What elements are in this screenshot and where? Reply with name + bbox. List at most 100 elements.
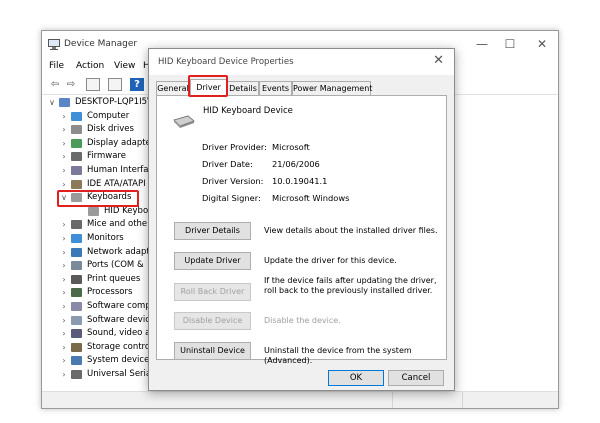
tree-item-label: Computer <box>87 110 130 121</box>
hid-icon <box>71 166 82 175</box>
keyboard-icon <box>71 193 82 203</box>
roll-back-driver-description: If the device fails after updating the d… <box>264 276 437 295</box>
dialog-close-icon[interactable]: ✕ <box>433 53 444 68</box>
close-icon[interactable]: ✕ <box>527 33 557 55</box>
ok-button[interactable]: OK <box>328 370 384 386</box>
device-manager-title: Device Manager <box>64 39 138 49</box>
chevron-right-icon[interactable]: › <box>60 218 68 231</box>
driver-tab-panel: HID Keyboard Device Driver Provider: Mic… <box>156 95 447 365</box>
software-component-icon <box>71 302 82 311</box>
chevron-right-icon[interactable]: › <box>60 137 68 150</box>
tree-item-label: Sound, video a <box>87 328 151 339</box>
tree-item-label: System devices <box>87 355 152 366</box>
tree-item-label: Ports (COM & <box>87 260 144 271</box>
disk-drive-icon <box>71 125 82 135</box>
tree-item-label: Disk drives <box>87 124 134 135</box>
chevron-right-icon[interactable]: › <box>60 164 68 177</box>
chevron-right-icon[interactable]: › <box>60 123 68 136</box>
disable-device-button[interactable]: Disable Device <box>174 312 251 330</box>
tree-item-label: Mice and othe <box>87 219 148 230</box>
grid-view-icon[interactable] <box>108 78 122 91</box>
tree-item-label: Software comp <box>87 301 151 311</box>
tree-item-label: HID Keybo <box>104 205 149 216</box>
driver-details-button[interactable]: Driver Details <box>174 222 251 240</box>
chevron-right-icon[interactable]: › <box>60 354 68 367</box>
network-adapter-icon <box>71 247 82 257</box>
monitor-icon <box>71 234 82 243</box>
processor-icon <box>71 288 82 298</box>
tree-item-label: Processors <box>87 287 133 298</box>
driver-version-value: 10.0.19041.1 <box>272 176 328 186</box>
chevron-right-icon[interactable]: › <box>60 327 68 340</box>
menu-action[interactable]: Action <box>76 61 104 71</box>
help-icon[interactable]: ? <box>130 78 144 91</box>
usb-icon <box>71 370 82 379</box>
keyboard-icon <box>88 206 99 216</box>
menu-view[interactable]: View <box>114 61 135 71</box>
status-bar <box>42 391 558 408</box>
keyboard-device-icon <box>173 115 195 128</box>
tree-item-label: DESKTOP-LQP1I5V <box>75 97 152 107</box>
update-driver-button[interactable]: Update Driver <box>174 252 251 270</box>
driver-version-label: Driver Version: <box>202 176 264 186</box>
properties-icon[interactable] <box>86 78 100 91</box>
display-adapter-icon <box>71 138 82 148</box>
tree-item-label: Display adapte <box>87 137 151 148</box>
maximize-icon[interactable]: ☐ <box>495 33 525 55</box>
forward-arrow-icon[interactable]: ⇨ <box>64 78 78 91</box>
chevron-down-icon[interactable]: ∨ <box>48 96 56 109</box>
menu-file[interactable]: File <box>49 61 64 71</box>
tab-power-management[interactable]: Power Management <box>292 81 372 95</box>
software-device-icon <box>71 315 82 325</box>
system-device-icon <box>71 356 82 366</box>
tree-item-label: IDE ATA/ATAPI <box>87 178 146 189</box>
chevron-right-icon[interactable]: › <box>60 368 68 381</box>
port-icon <box>71 261 82 271</box>
digital-signer-label: Digital Signer: <box>202 193 261 203</box>
driver-details-description: View details about the installed driver … <box>264 226 438 235</box>
speaker-icon <box>71 329 82 339</box>
tab-driver[interactable]: Driver <box>190 79 227 96</box>
tab-details[interactable]: Details <box>227 81 259 95</box>
dialog-title: HID Keyboard Device Properties <box>158 57 294 67</box>
driver-provider-label: Driver Provider: <box>202 142 267 152</box>
tree-item-label: Universal Serial <box>87 369 152 379</box>
tab-events[interactable]: Events <box>259 81 292 95</box>
chevron-right-icon[interactable]: › <box>60 246 68 259</box>
uninstall-device-description: Uninstall the device from the system (Ad… <box>264 346 412 365</box>
ide-controller-icon <box>71 179 82 189</box>
chevron-right-icon[interactable]: › <box>60 110 68 123</box>
computer-icon <box>59 98 70 107</box>
device-tree[interactable]: ∨ DESKTOP-LQP1I5V › Computer › Disk drives › Di… <box>42 96 152 392</box>
firmware-icon <box>71 152 82 162</box>
tree-item-label: Network adapt <box>87 246 150 257</box>
roll-back-driver-button[interactable]: Roll Back Driver <box>174 283 251 301</box>
cancel-button[interactable]: Cancel <box>388 370 444 386</box>
chevron-right-icon[interactable]: › <box>60 232 68 245</box>
chevron-right-icon[interactable]: › <box>60 341 68 354</box>
back-arrow-icon[interactable]: ⇦ <box>48 78 62 91</box>
chevron-down-icon[interactable]: ∨ <box>60 191 68 204</box>
chevron-right-icon[interactable]: › <box>60 273 68 286</box>
digital-signer-value: Microsoft Windows <box>272 193 350 203</box>
chevron-right-icon[interactable]: › <box>60 178 68 191</box>
monitor-icon <box>71 111 82 121</box>
chevron-right-icon[interactable]: › <box>60 150 68 163</box>
chevron-right-icon[interactable]: › <box>60 314 68 327</box>
minimize-icon[interactable]: — <box>467 33 497 55</box>
disable-device-description: Disable the device. <box>264 316 341 325</box>
chevron-right-icon[interactable]: › <box>60 300 68 313</box>
tree-item-label: Keyboards <box>87 192 132 203</box>
driver-date-value: 21/06/2006 <box>272 159 320 169</box>
tree-item-label: Firmware <box>87 151 126 162</box>
storage-controller-icon <box>71 342 82 352</box>
dialog-titlebar[interactable]: HID Keyboard Device Properties ✕ <box>149 49 454 75</box>
uninstall-device-button[interactable]: Uninstall Device <box>174 342 251 360</box>
chevron-right-icon[interactable]: › <box>60 259 68 272</box>
mouse-icon <box>71 220 82 230</box>
device-name: HID Keyboard Device <box>203 106 293 116</box>
tab-general[interactable]: General <box>156 81 190 95</box>
chevron-right-icon[interactable]: › <box>60 286 68 299</box>
properties-dialog: HID Keyboard Device Properties ✕ General… <box>148 48 455 391</box>
driver-provider-value: Microsoft <box>272 142 310 152</box>
